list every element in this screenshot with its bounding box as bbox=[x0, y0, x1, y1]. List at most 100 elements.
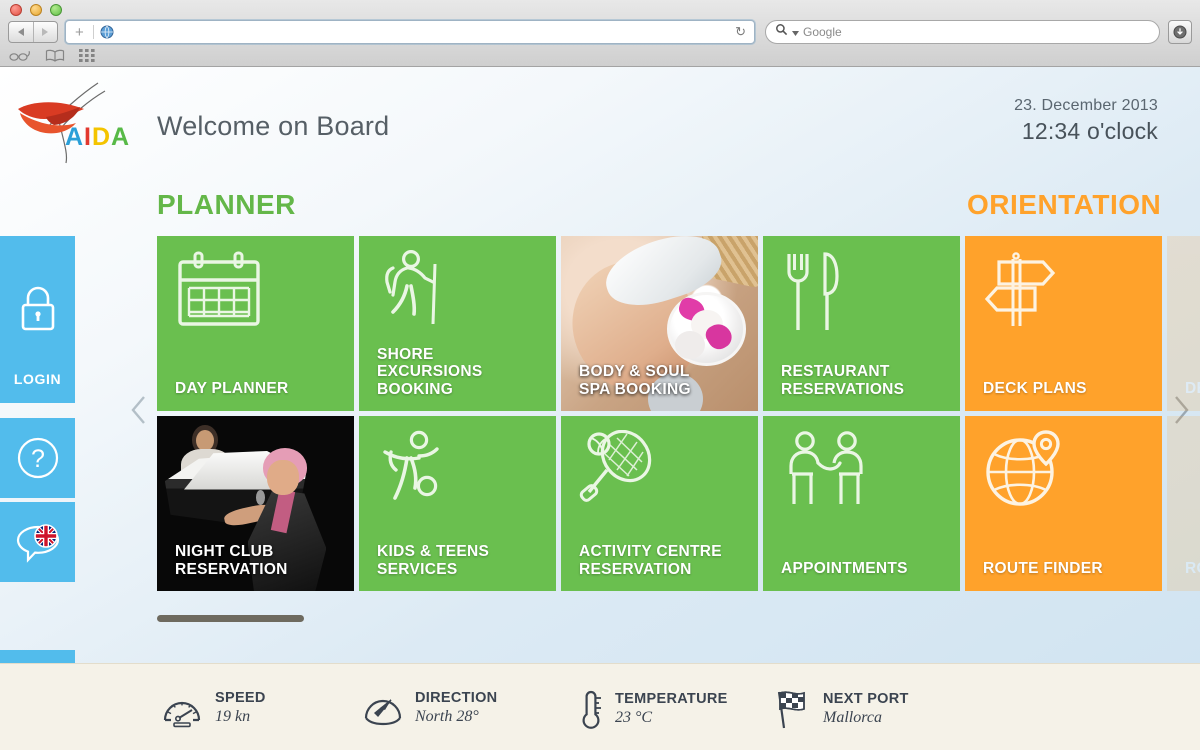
tile-label: KIDS & TEENS SERVICES bbox=[377, 543, 490, 578]
search-placeholder: Google bbox=[803, 25, 842, 39]
status-label: SPEED bbox=[215, 689, 266, 706]
downloads-icon bbox=[1173, 25, 1187, 39]
downloads-button[interactable] bbox=[1168, 20, 1192, 44]
navigation-buttons bbox=[8, 21, 58, 43]
browser-titlebar bbox=[0, 0, 1200, 18]
status-label: NEXT PORT bbox=[823, 690, 909, 707]
status-label: TEMPERATURE bbox=[615, 690, 728, 707]
tile-row: DAY PLANNER SHORE EXCURSIONS BOOKING BOD… bbox=[157, 236, 1162, 411]
tile-route-finder[interactable]: ROUTE FINDER bbox=[965, 416, 1162, 591]
tile-ghost-next-1[interactable]: DE bbox=[1167, 236, 1200, 411]
back-arrow-icon bbox=[17, 28, 24, 36]
address-bar[interactable]: + ↻ bbox=[65, 20, 755, 44]
status-value: 23 °C bbox=[615, 709, 653, 727]
datetime-block: 23. December 2013 12:34 o'clock bbox=[1014, 97, 1158, 145]
tile-label: SHORE EXCURSIONS BOOKING bbox=[377, 345, 483, 398]
tile-body-and-soul-spa-booking[interactable]: BODY & SOUL SPA BOOKING bbox=[561, 236, 758, 411]
carousel-prev-button[interactable] bbox=[126, 392, 152, 428]
speech-bubble-uk-flag-icon bbox=[16, 524, 59, 563]
tile-label: BODY & SOUL SPA BOOKING bbox=[579, 363, 691, 398]
tennis-racket-icon bbox=[579, 429, 663, 515]
browser-chrome: + ↻ Google bbox=[0, 0, 1200, 67]
search-icon bbox=[775, 23, 788, 41]
tile-day-planner[interactable]: DAY PLANNER bbox=[157, 236, 354, 411]
search-dropdown-icon[interactable] bbox=[792, 23, 799, 41]
tile-label: ACTIVITY CENTRE RESERVATION bbox=[579, 543, 722, 578]
tile-appointments[interactable]: APPOINTMENTS bbox=[763, 416, 960, 591]
browser-toolbar: + ↻ Google bbox=[0, 18, 1200, 48]
maximize-window-button[interactable] bbox=[50, 4, 62, 16]
status-item-speed: SPEED 19 kn bbox=[160, 688, 266, 728]
globe-pin-icon bbox=[983, 430, 1069, 517]
reader-icon[interactable] bbox=[9, 49, 31, 67]
close-window-button[interactable] bbox=[10, 4, 22, 16]
speedometer-icon bbox=[163, 701, 201, 728]
svg-text:?: ? bbox=[31, 445, 45, 473]
minimize-window-button[interactable] bbox=[30, 4, 42, 16]
status-value: 19 kn bbox=[215, 708, 251, 726]
bookmarks-icon[interactable] bbox=[45, 49, 65, 67]
status-item-next-port: NEXT PORT Mallorca bbox=[772, 688, 909, 730]
tile-label: DECK PLANS bbox=[983, 379, 1087, 397]
page-content: A I D A Welcome on Board 23. December 20… bbox=[0, 67, 1200, 750]
reload-icon[interactable]: ↻ bbox=[735, 24, 748, 40]
tile-restaurant-reservations[interactable]: RESTAURANT RESERVATIONS bbox=[763, 236, 960, 411]
padlock-icon bbox=[21, 286, 54, 330]
sidebar-item-login[interactable]: LOGIN bbox=[0, 236, 75, 403]
calendar-icon bbox=[175, 250, 263, 335]
tile-activity-centre-reservation[interactable]: ACTIVITY CENTRE RESERVATION bbox=[561, 416, 758, 591]
tile-label: NIGHT CLUB RESERVATION bbox=[175, 543, 288, 578]
status-item-temperature: TEMPERATURE 23 °C bbox=[578, 688, 728, 730]
current-time: 12:34 o'clock bbox=[1021, 118, 1158, 144]
tile-label: APPOINTMENTS bbox=[781, 559, 908, 577]
tile-night-club-reservation[interactable]: NIGHT CLUB RESERVATION bbox=[157, 416, 354, 591]
toolbar-divider bbox=[92, 25, 94, 39]
thermometer-icon bbox=[582, 690, 601, 729]
forward-button[interactable] bbox=[34, 22, 58, 42]
bookmarks-bar bbox=[0, 48, 1200, 67]
signpost-icon bbox=[983, 250, 1063, 333]
tile-grid: DAY PLANNER SHORE EXCURSIONS BOOKING BOD… bbox=[157, 236, 1162, 591]
status-bar: SPEED 19 kn DIRECTION North 28° TEMPERAT… bbox=[0, 663, 1200, 750]
status-value: North 28° bbox=[415, 708, 479, 726]
sidebar-item-help[interactable]: ? bbox=[0, 418, 75, 498]
checkered-flag-icon bbox=[777, 691, 805, 729]
top-sites-icon[interactable] bbox=[79, 48, 95, 67]
tile-ghost-next-2[interactable]: RO bbox=[1167, 416, 1200, 591]
tile-kids-and-teens-services[interactable]: KIDS & TEENS SERVICES bbox=[359, 416, 556, 591]
svg-text:I: I bbox=[84, 123, 91, 151]
question-mark-icon: ? bbox=[17, 437, 58, 479]
tile-deck-plans[interactable]: DECK PLANS bbox=[965, 236, 1162, 411]
svg-text:A: A bbox=[65, 123, 83, 151]
tile-row: NIGHT CLUB RESERVATION KIDS & TEENS SERV… bbox=[157, 416, 1162, 591]
tile-shore-excursions-booking[interactable]: SHORE EXCURSIONS BOOKING bbox=[359, 236, 556, 411]
section-heading-planner: PLANNER bbox=[157, 189, 296, 220]
status-item-direction: DIRECTION North 28° bbox=[362, 688, 497, 728]
fork-knife-icon bbox=[781, 250, 847, 339]
globe-icon bbox=[100, 25, 114, 39]
chevron-left-icon bbox=[131, 396, 145, 424]
tile-label: RESTAURANT RESERVATIONS bbox=[781, 363, 905, 398]
back-button[interactable] bbox=[9, 22, 34, 42]
carousel-scrollbar[interactable] bbox=[157, 615, 304, 622]
aida-logo[interactable]: A I D A bbox=[10, 79, 145, 164]
compass-icon bbox=[364, 699, 402, 726]
tile-label: DAY PLANNER bbox=[175, 379, 289, 397]
page-title: Welcome on Board bbox=[157, 111, 390, 141]
soccer-player-icon bbox=[377, 430, 459, 517]
svg-text:A: A bbox=[111, 123, 129, 151]
search-field[interactable]: Google bbox=[765, 20, 1160, 44]
section-heading-orientation: ORIENTATION bbox=[967, 189, 1162, 220]
new-tab-icon[interactable]: + bbox=[72, 25, 87, 40]
sidebar-item-language[interactable] bbox=[0, 502, 75, 582]
tile-ghost-label: RO bbox=[1185, 559, 1200, 577]
status-label: DIRECTION bbox=[415, 689, 498, 706]
status-value: Mallorca bbox=[823, 709, 882, 727]
hiker-icon bbox=[377, 249, 449, 337]
svg-text:D: D bbox=[92, 123, 110, 151]
page-header: A I D A Welcome on Board 23. December 20… bbox=[0, 67, 1200, 180]
two-people-handshake-icon bbox=[781, 430, 873, 515]
current-date: 23. December 2013 bbox=[1014, 97, 1158, 114]
forward-arrow-icon bbox=[42, 28, 49, 36]
tile-ghost-label: DE bbox=[1185, 379, 1200, 397]
